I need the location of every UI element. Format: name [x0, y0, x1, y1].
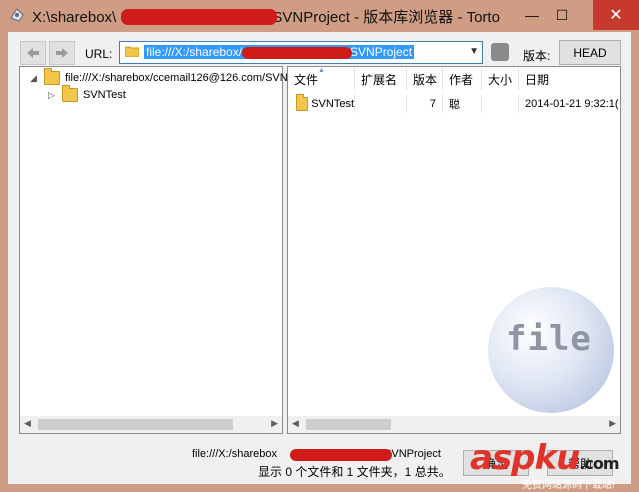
- back-arrow-icon: [27, 48, 39, 58]
- site-watermark-sub: 免费网站源码下载站!: [522, 480, 615, 491]
- close-button[interactable]: ✕: [593, 0, 639, 30]
- minimize-button[interactable]: —: [517, 0, 547, 30]
- watermark-text: file: [506, 319, 592, 359]
- column-header-author[interactable]: 作者: [443, 67, 482, 91]
- title-redaction-mark: [121, 9, 277, 25]
- folder-icon: [296, 94, 309, 111]
- list-item-name-label: SVNTest: [311, 98, 354, 110]
- url-value-suffix: SVNProject: [350, 45, 413, 59]
- head-revision-button[interactable]: HEAD: [559, 40, 621, 65]
- maximize-button[interactable]: ☐: [547, 0, 577, 30]
- repo-browser-window: X:\sharebox\ \SVNProject - 版本库浏览器 - Torto…: [0, 0, 639, 492]
- scrollbar-thumb[interactable]: [38, 419, 233, 430]
- forward-arrow-icon: [56, 48, 68, 58]
- site-watermark-tld: .com: [579, 454, 619, 473]
- scroll-right-icon[interactable]: ▶: [609, 418, 616, 429]
- list-horizontal-scrollbar[interactable]: ◀ ▶: [288, 416, 620, 433]
- tree-node-svntest[interactable]: ▷ SVNTest: [48, 85, 126, 104]
- chevron-down-icon[interactable]: ▼: [469, 46, 479, 57]
- back-button[interactable]: [20, 41, 46, 65]
- list-item-size: [482, 95, 519, 113]
- tree-root-label: file:///X:/sharebox/ccemail126@126.com/S…: [65, 72, 288, 84]
- sort-ascending-icon: ▲: [318, 67, 325, 74]
- list-item-revision: 7: [407, 95, 443, 113]
- status-redaction-mark: [290, 449, 392, 461]
- column-header-revision[interactable]: 版本: [407, 67, 443, 91]
- revision-graph-icon[interactable]: [491, 43, 509, 61]
- site-watermark: aspku.com 免费网站源码下载站!: [470, 438, 639, 492]
- column-header-extension[interactable]: 扩展名: [355, 67, 407, 91]
- site-watermark-name: aspku: [470, 438, 580, 478]
- tree-horizontal-scrollbar[interactable]: ◀ ▶: [20, 416, 282, 433]
- list-item-name[interactable]: SVNTest: [288, 94, 355, 113]
- tree-child-label: SVNTest: [83, 89, 126, 101]
- revision-label: 版本:: [523, 49, 551, 63]
- list-item-author: 聪: [443, 95, 482, 113]
- repository-tree[interactable]: ◢ file:///X:/sharebox/ccemail126@126.com…: [19, 66, 288, 434]
- toolbar: URL: file:///X:/sharebox/SVNProject ▼ 版本…: [8, 32, 631, 68]
- title-prefix: X:\sharebox\: [32, 9, 117, 26]
- folder-icon: [62, 85, 78, 102]
- file-globe-watermark: file: [488, 287, 614, 413]
- scroll-right-icon[interactable]: ▶: [271, 418, 278, 429]
- list-item-extension: [355, 95, 407, 113]
- expand-triangle-icon[interactable]: ▷: [48, 90, 58, 101]
- folder-icon: [44, 68, 60, 85]
- url-redaction-mark: [242, 47, 352, 59]
- scrollbar-thumb[interactable]: [306, 419, 391, 430]
- column-header-size[interactable]: 大小: [482, 67, 519, 91]
- status-summary: 显示 0 个文件和 1 文件夹，1 总共。: [258, 465, 451, 479]
- collapse-triangle-icon[interactable]: ◢: [30, 73, 40, 84]
- url-label: URL:: [85, 47, 113, 61]
- file-list[interactable]: 文件 ▲ 扩展名 版本 作者 大小 日期 SVNTest 7 聪 2014-01…: [287, 66, 621, 434]
- tortoise-app-icon: [10, 8, 24, 22]
- scroll-left-icon[interactable]: ◀: [292, 418, 299, 429]
- url-combobox[interactable]: file:///X:/sharebox/SVNProject ▼: [119, 41, 483, 64]
- status-path-prefix: file:///X:/sharebox: [192, 448, 277, 460]
- list-item-date: 2014-01-21 9:32:1(: [525, 98, 619, 110]
- forward-button[interactable]: [49, 41, 75, 65]
- scroll-left-icon[interactable]: ◀: [24, 418, 31, 429]
- title-suffix: \SVNProject - 版本库浏览器 - Torto: [268, 9, 500, 26]
- folder-icon: [124, 45, 140, 58]
- client-area: URL: file:///X:/sharebox/SVNProject ▼ 版本…: [8, 32, 631, 484]
- column-header-date[interactable]: 日期: [519, 67, 620, 91]
- site-watermark-main: aspku.com: [470, 438, 620, 478]
- title-bar[interactable]: X:\sharebox\ \SVNProject - 版本库浏览器 - Torto…: [0, 0, 639, 32]
- url-value-prefix: file:///X:/sharebox/: [146, 45, 243, 59]
